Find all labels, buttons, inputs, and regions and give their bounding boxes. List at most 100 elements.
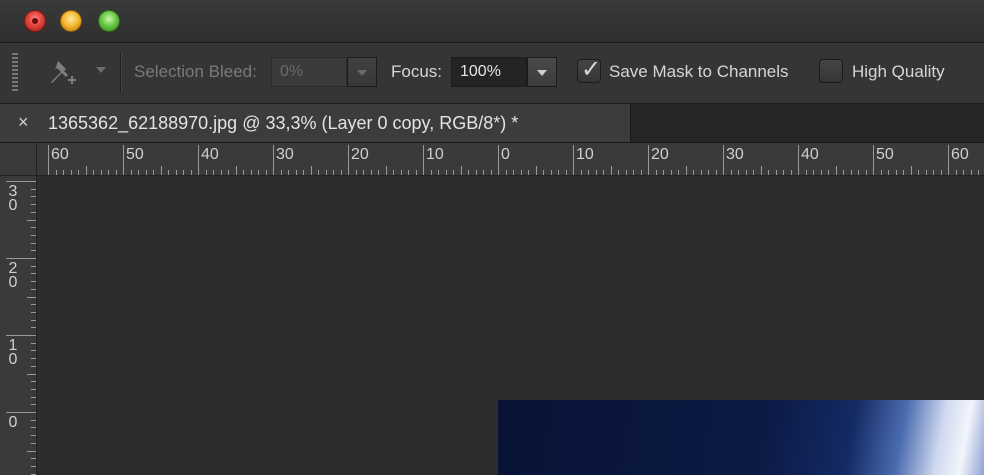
ruler-minor-tick	[31, 319, 36, 321]
ruler-minor-tick	[31, 350, 36, 352]
document-tab-bar: × 1365362_62188970.jpg @ 33,3% (Layer 0 …	[0, 104, 984, 143]
ruler-minor-tick	[955, 170, 957, 175]
ruler-label: 50	[126, 146, 144, 163]
ruler-minor-tick	[228, 170, 229, 175]
ruler-minor-tick	[760, 166, 762, 175]
title-bar	[0, 0, 984, 43]
ruler-minor-tick	[768, 170, 769, 175]
ruler-minor-tick	[970, 170, 972, 175]
ruler-minor-tick	[408, 170, 409, 175]
document-tab[interactable]: × 1365362_62188970.jpg @ 33,3% (Layer 0 …	[0, 104, 631, 142]
ruler-minor-tick	[250, 170, 252, 175]
ruler-minor-tick	[145, 170, 147, 175]
ruler-minor-tick	[288, 170, 289, 175]
maximize-button[interactable]	[98, 10, 120, 32]
options-bar-grip[interactable]	[12, 53, 18, 93]
selection-bleed-field[interactable]: 0%	[271, 57, 347, 87]
ruler-minor-tick	[850, 170, 852, 175]
ruler-minor-tick	[618, 170, 619, 175]
ruler-major-tick	[6, 258, 36, 259]
ruler-minor-tick	[828, 170, 829, 175]
ruler-minor-tick	[31, 404, 36, 406]
ruler-minor-tick	[580, 170, 582, 175]
ruler-minor-tick	[700, 170, 702, 175]
pin-tool-icon[interactable]	[44, 57, 84, 89]
ruler-major-tick	[648, 145, 649, 175]
ruler-minor-tick	[100, 170, 102, 175]
ruler-minor-tick	[453, 170, 454, 175]
ruler-minor-tick	[610, 166, 612, 175]
horizontal-ruler[interactable]: 60 50 40 30 20 10 0 10 20 30 40 50 60	[37, 143, 984, 176]
ruler-origin[interactable]	[0, 143, 37, 176]
ruler-minor-tick	[31, 311, 36, 313]
tool-preset-dropdown-icon[interactable]	[96, 67, 106, 73]
ruler-minor-tick	[670, 170, 672, 175]
focus-field[interactable]: 100%	[451, 57, 527, 87]
ruler-label: 0	[8, 274, 18, 291]
ruler-minor-tick	[663, 170, 664, 175]
ruler-minor-tick	[70, 170, 72, 175]
ruler-minor-tick	[685, 166, 687, 175]
ruler-minor-tick	[31, 281, 36, 283]
ruler-major-tick	[273, 145, 274, 175]
ruler-label: 0	[8, 414, 18, 431]
ruler-minor-tick	[528, 170, 529, 175]
ruler-minor-tick	[115, 170, 117, 175]
ruler-minor-tick	[31, 419, 36, 421]
ruler-minor-tick	[738, 170, 739, 175]
ruler-major-tick	[423, 145, 424, 175]
ruler-minor-tick	[783, 170, 784, 175]
ruler-minor-tick	[565, 170, 567, 175]
divider	[120, 53, 121, 93]
ruler-minor-tick	[93, 170, 94, 175]
ruler-minor-tick	[31, 342, 36, 344]
ruler-minor-tick	[183, 170, 184, 175]
ruler-label: 60	[51, 146, 69, 163]
ruler-minor-tick	[355, 170, 357, 175]
ruler-minor-tick	[243, 170, 244, 175]
ruler-minor-tick	[130, 170, 132, 175]
ruler-label: 30	[726, 146, 744, 163]
minimize-button[interactable]	[60, 10, 82, 32]
ruler-minor-tick	[595, 170, 597, 175]
ruler-minor-tick	[333, 170, 334, 175]
ruler-minor-tick	[445, 170, 447, 175]
ruler-minor-tick	[933, 170, 934, 175]
ruler-minor-tick	[858, 170, 859, 175]
ruler-minor-tick	[813, 170, 814, 175]
ruler-minor-tick	[31, 211, 36, 213]
ruler-minor-tick	[865, 170, 867, 175]
ruler-minor-tick	[475, 170, 477, 175]
ruler-minor-tick	[85, 166, 87, 175]
high-quality-checkbox[interactable]	[819, 59, 843, 83]
focus-dropdown[interactable]	[527, 57, 557, 87]
ruler-major-tick	[348, 145, 349, 175]
ruler-minor-tick	[31, 381, 36, 383]
close-button[interactable]	[24, 10, 46, 32]
selection-bleed-dropdown[interactable]	[347, 57, 377, 87]
ruler-minor-tick	[910, 166, 912, 175]
ruler-minor-tick	[175, 170, 177, 175]
ruler-minor-tick	[310, 166, 312, 175]
save-mask-checkbox[interactable]: ✓	[577, 56, 601, 83]
ruler-label: 0	[501, 146, 510, 163]
vertical-ruler[interactable]: 3020100	[0, 176, 37, 475]
ruler-minor-tick	[775, 170, 777, 175]
ruler-minor-tick	[31, 304, 36, 306]
document-image[interactable]	[498, 400, 984, 475]
ruler-minor-tick	[205, 170, 207, 175]
ruler-label: 0	[8, 351, 18, 368]
ruler-minor-tick	[903, 170, 904, 175]
ruler-minor-tick	[693, 170, 694, 175]
ruler-major-tick	[6, 181, 36, 182]
ruler-minor-tick	[385, 166, 387, 175]
ruler-minor-tick	[280, 170, 282, 175]
close-icon[interactable]: ×	[18, 112, 29, 133]
ruler-minor-tick	[31, 250, 36, 252]
ruler-minor-tick	[295, 170, 297, 175]
ruler-major-tick	[723, 145, 724, 175]
ruler-minor-tick	[535, 166, 537, 175]
ruler-label: 40	[201, 146, 219, 163]
ruler-minor-tick	[603, 170, 604, 175]
ruler-major-tick	[48, 145, 49, 175]
